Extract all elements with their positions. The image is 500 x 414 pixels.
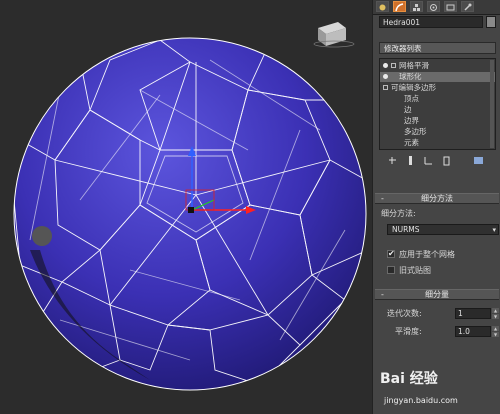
- stack-scrollbar[interactable]: [490, 60, 494, 148]
- stack-item-spherify[interactable]: 球形化: [380, 72, 495, 82]
- spinner-down-icon[interactable]: ▼: [492, 314, 499, 319]
- baidu-watermark: Bai 经验: [380, 371, 438, 387]
- display-icon: [446, 4, 455, 11]
- apply-whole-mesh-checkbox[interactable]: ✔: [387, 249, 395, 258]
- stack-item-editable-poly[interactable]: 可编辑多边形: [380, 83, 495, 93]
- stack-subitem-border[interactable]: 边界: [380, 116, 495, 126]
- hierarchy-icon: [413, 4, 420, 11]
- smoothness-spinner[interactable]: 1.0 ▲ ▼: [455, 326, 499, 337]
- command-panel: Hedra001 修改器列表 网格平滑 球形化 可编辑多边形 顶点 边 边界 多…: [372, 0, 500, 414]
- iterations-spinner[interactable]: 1 ▲ ▼: [455, 308, 499, 319]
- stack-subitem-element[interactable]: 元素: [380, 138, 495, 148]
- make-unique-icon[interactable]: [423, 155, 434, 166]
- bulb-icon[interactable]: [383, 74, 388, 79]
- view-marker: [32, 226, 52, 246]
- utilities-icon: [464, 3, 472, 11]
- hierarchy-tab[interactable]: [410, 1, 423, 12]
- create-icon: [379, 4, 386, 11]
- object-name-field[interactable]: Hedra001: [379, 16, 483, 28]
- viewcube-icon[interactable]: [313, 22, 355, 48]
- modifier-list-dropdown[interactable]: 修改器列表: [379, 42, 496, 54]
- soccer-ball-wireframe[interactable]: [0, 0, 372, 414]
- viewport-perspective[interactable]: [0, 0, 372, 414]
- utilities-tab[interactable]: [461, 1, 474, 12]
- stack-toolbar: [373, 154, 500, 168]
- old-style-mapping-checkbox[interactable]: [387, 266, 395, 274]
- pin-stack-icon[interactable]: [387, 155, 398, 166]
- motion-icon: [430, 4, 437, 11]
- bulb-icon[interactable]: [383, 63, 388, 68]
- command-panel-tabs: [373, 0, 500, 15]
- create-tab[interactable]: [376, 1, 389, 12]
- subdivision-amount-rollout-header[interactable]: - 细分量: [375, 289, 499, 300]
- watermark-url: jingyan.baidu.com: [384, 396, 458, 405]
- spinner-up-icon[interactable]: ▲: [492, 326, 499, 331]
- remove-modifier-icon[interactable]: [441, 155, 452, 166]
- iterations-label: 迭代次数:: [387, 309, 422, 318]
- object-color-swatch[interactable]: [486, 16, 496, 28]
- stack-subitem-vertex[interactable]: 顶点: [380, 94, 495, 104]
- motion-tab[interactable]: [427, 1, 440, 12]
- expand-icon[interactable]: [383, 85, 388, 90]
- smoothness-label: 平滑度:: [395, 327, 422, 336]
- spinner-down-icon[interactable]: ▼: [492, 332, 499, 337]
- stack-item-meshsmooth[interactable]: 网格平滑: [380, 61, 495, 71]
- modify-icon: [395, 3, 404, 12]
- old-style-mapping-label: 旧式贴图: [399, 266, 431, 275]
- stack-subitem-edge[interactable]: 边: [380, 105, 495, 115]
- spinner-up-icon[interactable]: ▲: [492, 308, 499, 313]
- method-label: 细分方法:: [381, 209, 416, 218]
- chevron-down-icon: ▾: [492, 226, 496, 234]
- display-tab[interactable]: [444, 1, 457, 12]
- configure-modifier-sets-icon[interactable]: [473, 155, 484, 166]
- sphere-body: [14, 38, 366, 390]
- modify-tab[interactable]: [393, 1, 406, 12]
- subdivision-method-select[interactable]: NURMS ▾: [387, 224, 499, 235]
- expand-icon[interactable]: [391, 63, 396, 68]
- apply-whole-mesh-label: 应用于整个网格: [399, 250, 455, 259]
- subdivision-method-rollout-header[interactable]: - 细分方法: [375, 193, 499, 204]
- checkmark-icon: ✔: [388, 249, 395, 258]
- modifier-stack[interactable]: 网格平滑 球形化 可编辑多边形 顶点 边 边界 多边形 元素: [379, 58, 496, 150]
- show-end-result-icon[interactable]: [405, 155, 416, 166]
- stack-subitem-polygon[interactable]: 多边形: [380, 127, 495, 137]
